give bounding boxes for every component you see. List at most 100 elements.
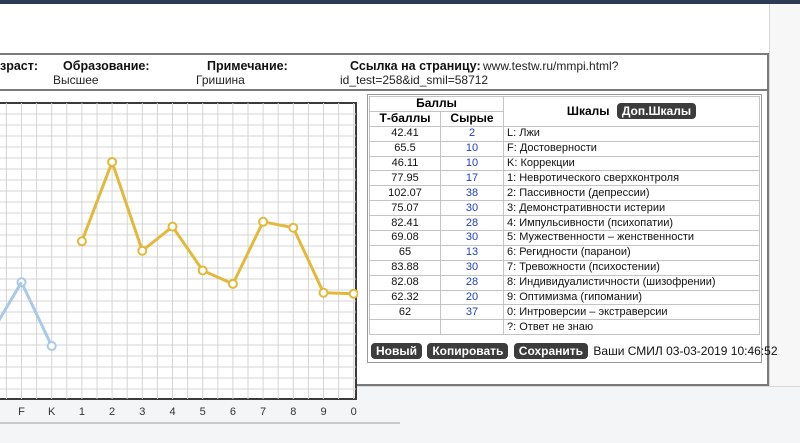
raw-score: 20 — [440, 289, 504, 306]
data-point — [318, 287, 329, 298]
card-right-edge — [769, 4, 800, 386]
raw-score — [440, 319, 504, 336]
x-tick-label: 4 — [169, 406, 175, 418]
raw-score: 10 — [440, 140, 504, 157]
scale-name: ?: Ответ не знаю — [503, 319, 760, 336]
t-score: 83.88 — [369, 259, 441, 276]
x-tick-label: F — [18, 406, 25, 418]
table-row: ?: Ответ не знаю — [369, 319, 760, 336]
x-tick-label: 2 — [109, 406, 115, 418]
raw-score: 30 — [440, 230, 504, 246]
table-row: 69.08 30 5: Мужественности – женственности — [369, 230, 760, 246]
table-row: 46.11 10 K: Коррекции — [369, 155, 760, 172]
new-button[interactable]: Новый — [371, 343, 422, 359]
data-point — [258, 216, 269, 227]
info-row: зраст: Образование: Высшее Примечание: Г… — [0, 57, 765, 88]
education-label: Образование: — [63, 59, 150, 73]
raw-score: 2 — [440, 125, 504, 142]
save-button[interactable]: Сохранить — [513, 343, 589, 359]
smil-chart: F K 1 2 3 4 5 6 7 8 9 0 — [0, 101, 359, 418]
note-label: Примечание: — [207, 59, 288, 73]
chart-svg: F K 1 2 3 4 5 6 7 8 9 0 — [0, 102, 359, 418]
data-point — [137, 245, 148, 256]
x-tick-label: 1 — [79, 406, 85, 418]
education-value: Высшее — [53, 73, 99, 87]
t-score: 82.08 — [369, 274, 441, 291]
t-score: 62 — [369, 304, 441, 321]
t-score: 102.07 — [369, 185, 441, 202]
data-point — [348, 288, 359, 299]
raw-score: 28 — [440, 215, 504, 232]
scale-name: 1: Невротического сверхконтроля — [503, 170, 760, 187]
info-divider — [0, 89, 767, 91]
link-label: Ссылка на страницу: — [350, 59, 481, 73]
x-tick-label: 7 — [260, 406, 266, 418]
age-label: зраст: — [0, 59, 39, 73]
table-row: 77.95 17 1: Невротического сверхконтроля — [369, 170, 760, 187]
table-row: 42.41 2 L: Лжи — [369, 125, 760, 142]
raw-score: 30 — [440, 200, 504, 217]
data-point — [76, 236, 87, 247]
header-scales: Шкалы — [566, 104, 610, 119]
raw-score: 37 — [440, 304, 504, 321]
raw-score: 28 — [440, 274, 504, 291]
table-row: 65 13 6: Регидности (паранои) — [369, 244, 760, 261]
t-score: 77.95 — [369, 170, 441, 187]
x-tick-label: 6 — [230, 406, 236, 418]
table-row: 65.5 10 F: Достоверности — [369, 140, 760, 157]
raw-score: 13 — [440, 244, 504, 261]
scale-name: 3: Демонстративности истерии — [503, 200, 760, 217]
scale-name: 9: Оптимизма (гипомании) — [503, 289, 760, 306]
scale-name: 0: Интроверсии – экстраверсии — [503, 304, 760, 321]
t-score: 75.07 — [369, 200, 441, 217]
t-score: 65 — [369, 244, 441, 261]
data-point — [288, 222, 299, 233]
header-t: Т-баллы — [369, 110, 441, 127]
t-score: 69.08 — [369, 230, 441, 246]
x-tick-label: 0 — [351, 406, 357, 418]
action-bar: Новый Копировать Сохранить Ваши СМИЛ 03-… — [371, 343, 778, 361]
table-row: 82.41 28 4: Импульсивности (психопатии) — [369, 215, 760, 232]
dop-scales-button[interactable]: Доп.Шкалы — [616, 103, 697, 120]
data-point — [227, 278, 238, 289]
data-point — [197, 265, 208, 276]
x-tick-label: K — [48, 406, 56, 418]
t-score — [369, 319, 441, 336]
t-score: 62.32 — [369, 289, 441, 306]
note-value: Гришина — [196, 73, 245, 87]
scale-name: K: Коррекции — [503, 155, 760, 172]
x-tick-label: 8 — [290, 406, 296, 418]
raw-score: 30 — [440, 259, 504, 276]
scales-table-wrap: Баллы Шкалы Доп.Шкалы Т-баллы Сырые 42.4… — [367, 94, 762, 363]
scale-name: 8: Индивидуалистичности (шизофрении) — [503, 274, 760, 291]
scale-name: 4: Импульсивности (психопатии) — [503, 215, 760, 232]
x-tick-label: 3 — [139, 406, 145, 418]
scale-name: 2: Пассивности (депрессии) — [503, 185, 760, 202]
data-point — [46, 341, 57, 352]
table-row: 82.08 28 8: Индивидуалистичности (шизофрен… — [369, 274, 760, 291]
scale-name: 7: Тревожности (психостении) — [503, 259, 760, 276]
header-scales-cell: Шкалы Доп.Шкалы — [503, 96, 760, 127]
table-row: 83.88 30 7: Тревожности (психостении) — [369, 259, 760, 276]
t-score: 42.41 — [369, 125, 441, 142]
copy-button[interactable]: Копировать — [427, 343, 509, 359]
raw-score: 17 — [440, 170, 504, 187]
data-point — [167, 221, 178, 232]
table-row: 62 37 0: Интроверсии – экстраверсии — [369, 304, 760, 321]
header-raw: Сырые — [440, 110, 504, 127]
scale-name: L: Лжи — [503, 125, 760, 142]
scale-name: 6: Регидности (паранои) — [503, 244, 760, 261]
raw-score: 10 — [440, 155, 504, 172]
scales-table: Баллы Шкалы Доп.Шкалы Т-баллы Сырые 42.4… — [369, 96, 760, 336]
link-params[interactable]: id_test=258&id_smil=58712 — [340, 73, 488, 87]
t-score: 46.11 — [369, 155, 441, 172]
scale-name: 5: Мужественности – женственности — [503, 230, 760, 246]
link-url[interactable]: www.testw.ru/mmpi.html? — [483, 59, 618, 73]
header-balls: Баллы — [369, 96, 504, 112]
t-score: 65.5 — [369, 140, 441, 157]
t-score: 82.41 — [369, 215, 441, 232]
raw-score: 38 — [440, 185, 504, 202]
x-tick-label: 5 — [200, 406, 206, 418]
table-row: 62.32 20 9: Оптимизма (гипомании) — [369, 289, 760, 306]
table-row: 102.07 38 2: Пассивности (депрессии) — [369, 185, 760, 202]
